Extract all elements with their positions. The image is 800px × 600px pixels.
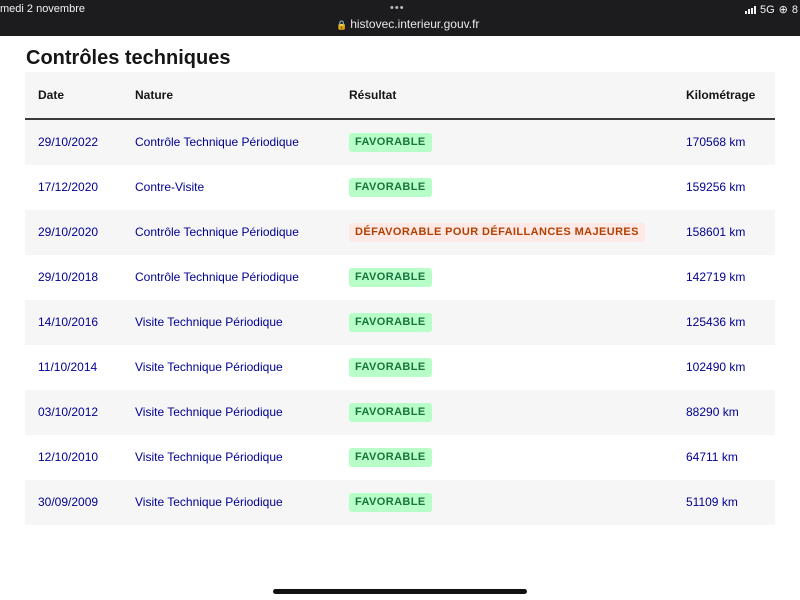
cell-nature: Contre-Visite: [135, 180, 205, 194]
url-text: histovec.interieur.gouv.fr: [350, 17, 480, 31]
network-label: 5G: [759, 3, 775, 16]
more-options-dots[interactable]: •••: [390, 2, 405, 14]
cell-mileage: 170568 km: [686, 135, 746, 149]
home-indicator[interactable]: [273, 589, 527, 594]
status-badge: FAVORABLE: [349, 133, 432, 152]
cell-mileage: 51109 km: [686, 495, 738, 509]
cell-result: DÉFAVORABLE POUR DÉFAILLANCES MAJEURES: [349, 223, 645, 242]
cell-result: FAVORABLE: [349, 493, 432, 512]
header-result: Résultat: [349, 88, 397, 102]
cell-nature: Visite Technique Périodique: [135, 450, 283, 464]
battery-label: 8: [791, 3, 798, 16]
status-badge: FAVORABLE: [349, 268, 432, 287]
url-bar[interactable]: 🔒 histovec.interieur.gouv.fr: [336, 17, 479, 31]
status-badge: FAVORABLE: [349, 178, 432, 197]
cell-result: FAVORABLE: [349, 448, 432, 467]
cell-nature: Contrôle Technique Périodique: [135, 135, 299, 149]
cell-mileage: 125436 km: [686, 315, 746, 329]
status-indicators: 5G ⊕ 8: [744, 3, 798, 16]
table-row: 29/10/2018 Contrôle Technique Périodique F…: [25, 255, 775, 300]
cell-date: 17/12/2020: [38, 180, 99, 194]
header-date: Date: [38, 88, 65, 102]
cell-mileage: 158601 km: [686, 225, 746, 239]
table-row: 11/10/2014 Visite Technique Périodique FAV…: [25, 345, 775, 390]
table-row: 29/10/2020 Contrôle Technique Périodique D…: [25, 210, 775, 255]
table-row: 29/10/2022 Contrôle Technique Périodique F…: [25, 120, 775, 165]
page-title: Contrôles techniques: [26, 47, 231, 69]
header-nature: Nature: [135, 88, 174, 102]
cell-result: FAVORABLE: [349, 313, 432, 332]
table-body: 29/10/2022 Contrôle Technique Périodique F…: [25, 120, 775, 525]
cell-mileage: 88290 km: [686, 405, 739, 419]
cell-result: FAVORABLE: [349, 403, 432, 422]
status-badge: DÉFAVORABLE POUR DÉFAILLANCES MAJEURES: [349, 223, 645, 242]
cell-mileage: 159256 km: [686, 180, 746, 194]
signal-icon: [744, 5, 756, 14]
table-row: 03/10/2012 Visite Technique Périodique FAV…: [25, 390, 775, 435]
cell-nature: Visite Technique Périodique: [135, 360, 283, 374]
cell-nature: Visite Technique Périodique: [135, 405, 283, 419]
cell-date: 12/10/2010: [38, 450, 99, 464]
table-row: 17/12/2020 Contre-Visite FAVORABLE 159256 k…: [25, 165, 775, 210]
cell-mileage: 102490 km: [686, 360, 746, 374]
cell-result: FAVORABLE: [349, 178, 432, 197]
table-header: Date Nature Résultat Kilométrage: [25, 72, 775, 120]
status-badge: FAVORABLE: [349, 448, 432, 467]
table-row: 30/09/2009 Visite Technique Périodique FAV…: [25, 480, 775, 525]
cell-date: 14/10/2016: [38, 315, 99, 329]
header-mileage: Kilométrage: [686, 88, 756, 102]
inspections-table: Date Nature Résultat Kilométrage 29/10/2…: [25, 72, 775, 525]
cell-mileage: 64711 km: [686, 450, 738, 464]
status-badge: FAVORABLE: [349, 403, 432, 422]
page-content: Contrôles techniques Date Nature Résulta…: [0, 36, 800, 600]
table-row: 12/10/2010 Visite Technique Périodique FAV…: [25, 435, 775, 480]
cell-date: 29/10/2022: [38, 135, 99, 149]
cell-nature: Contrôle Technique Périodique: [135, 225, 299, 239]
location-icon: ⊕: [778, 4, 788, 16]
cell-date: 11/10/2014: [38, 360, 98, 374]
cell-date: 29/10/2018: [38, 270, 99, 284]
cell-result: FAVORABLE: [349, 358, 432, 377]
cell-nature: Contrôle Technique Périodique: [135, 270, 299, 284]
cell-mileage: 142719 km: [686, 270, 746, 284]
status-badge: FAVORABLE: [349, 313, 432, 332]
cell-result: FAVORABLE: [349, 268, 432, 287]
cell-date: 29/10/2020: [38, 225, 99, 239]
cell-date: 30/09/2009: [38, 495, 99, 509]
cell-date: 03/10/2012: [38, 405, 99, 419]
browser-status-bar: medi 2 novembre ••• 🔒 histovec.interieur.…: [0, 0, 800, 36]
cell-nature: Visite Technique Périodique: [135, 495, 283, 509]
status-badge: FAVORABLE: [349, 493, 432, 512]
status-datetime: medi 2 novembre: [0, 3, 85, 15]
cell-result: FAVORABLE: [349, 133, 432, 152]
cell-nature: Visite Technique Périodique: [135, 315, 283, 329]
lock-icon: 🔒: [336, 20, 348, 30]
status-badge: FAVORABLE: [349, 358, 432, 377]
table-row: 14/10/2016 Visite Technique Périodique FAV…: [25, 300, 775, 345]
